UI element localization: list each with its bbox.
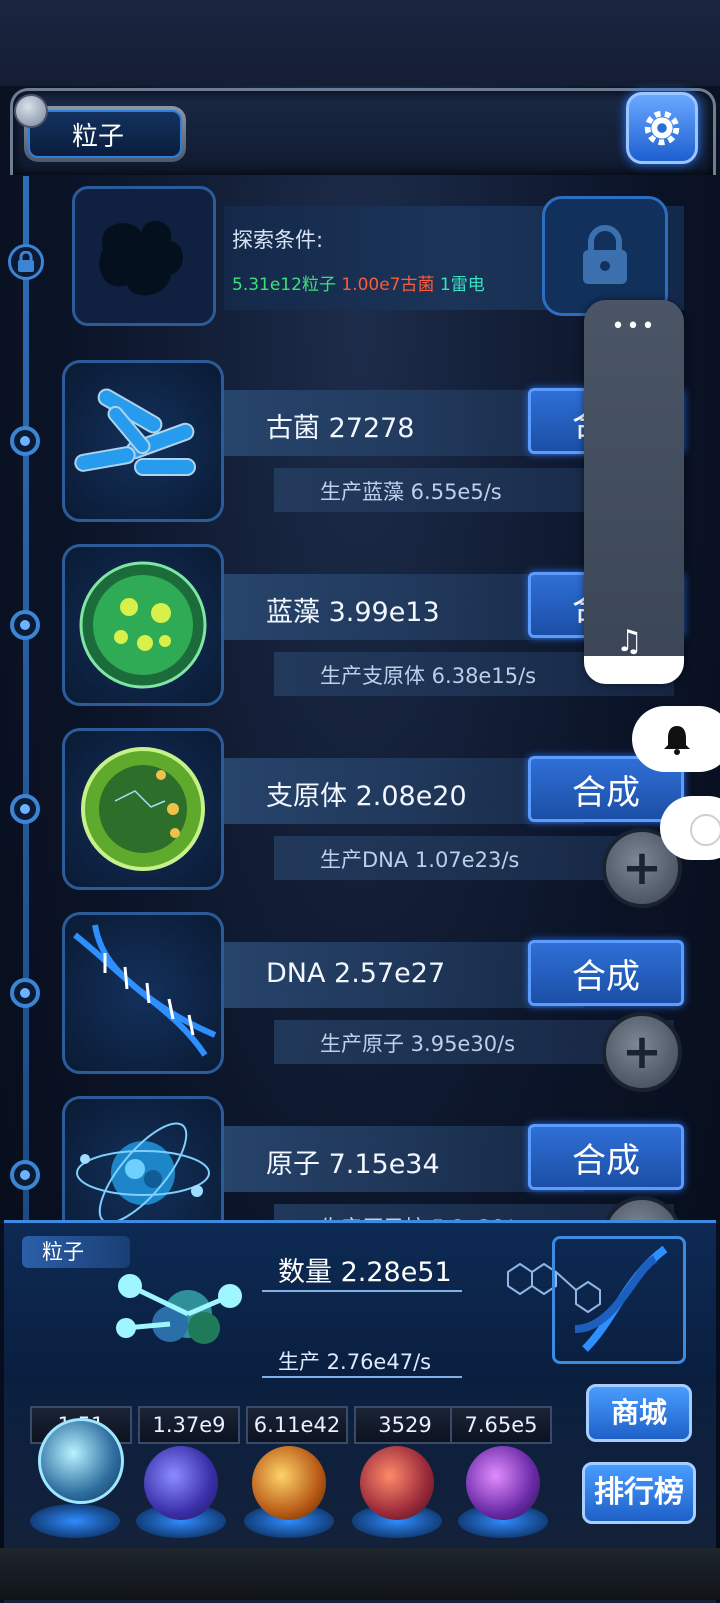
bell-icon — [664, 726, 690, 755]
cyanobacteria-icon — [79, 561, 207, 689]
orb-pedestal — [30, 1504, 120, 1538]
plus-icon: + — [622, 1212, 662, 1220]
dna-helix-icon — [574, 1245, 668, 1352]
rail-lock-icon — [8, 244, 44, 280]
lock-icon — [583, 225, 627, 284]
page-title: 粒子 — [28, 110, 182, 158]
item-production: 生产支原体 6.38e15/s — [320, 664, 537, 688]
vortex-orb-button[interactable] — [466, 1446, 540, 1520]
rail-node — [10, 978, 40, 1008]
settings-button[interactable] — [626, 92, 698, 164]
item-row-mycoplasma: 支原体 2.08e20 生产DNA 1.07e23/s 合成 + — [62, 728, 702, 908]
side-rail — [23, 176, 29, 1226]
more-options-icon[interactable]: ••• — [584, 314, 684, 339]
item-thumbnail — [62, 544, 224, 706]
thunder-orb-button[interactable] — [144, 1446, 218, 1520]
item-name: 支原体 2.08e20 — [266, 781, 467, 812]
rail-node — [10, 610, 40, 640]
title-plate: 粒子 — [24, 106, 186, 162]
resource-count: 6.11e42 — [246, 1406, 348, 1444]
brain-orb-button[interactable] — [360, 1446, 434, 1520]
divider — [262, 1376, 462, 1378]
gear-icon — [644, 110, 680, 146]
particle-cluster-icon — [116, 1274, 242, 1344]
music-note-icon[interactable]: ♫ — [616, 624, 643, 659]
resource-count: 1.37e9 — [138, 1406, 240, 1444]
floating-overlay-panel[interactable]: ••• ♫ — [584, 300, 684, 684]
bottom-strip — [0, 1548, 720, 1600]
dna-emblem — [552, 1236, 686, 1364]
item-name: 蓝藻 3.99e13 — [266, 597, 440, 628]
overlay-footer — [584, 656, 684, 684]
resource-count: 7.65e5 — [450, 1406, 552, 1444]
synthesize-button[interactable]: 合成 — [528, 1124, 684, 1190]
dna-icon — [73, 924, 217, 1057]
plus-button[interactable]: + — [602, 1196, 682, 1220]
condition-thunder: 1雷电 — [439, 275, 485, 295]
explore-conditions: 5.31e12粒子 1.00e7古菌 1雷电 — [232, 270, 485, 295]
item-production: 生产DNA 1.07e23/s — [320, 848, 520, 872]
condition-particles: 5.31e12粒子 — [232, 275, 336, 295]
rail-node — [10, 1160, 40, 1190]
plus-icon: + — [621, 840, 663, 896]
ranking-button[interactable]: 排行榜 — [582, 1462, 696, 1524]
item-thumbnail — [62, 728, 224, 890]
item-production: 生产原子 3.95e30/s — [320, 1032, 516, 1056]
divider — [262, 1290, 462, 1292]
rail-node — [10, 794, 40, 824]
resource-production: 生产 2.76e47/s — [278, 1350, 432, 1374]
item-thumbnail — [62, 912, 224, 1074]
explore-card: 探索条件: 5.31e12粒子 1.00e7古菌 1雷电 — [72, 186, 684, 326]
side-toggle-tab[interactable] — [660, 796, 720, 860]
item-thumbnail — [62, 1096, 224, 1220]
locked-explore-button[interactable] — [542, 196, 668, 316]
condition-archaea: 1.00e7古菌 — [341, 275, 435, 295]
explore-thumbnail — [72, 186, 216, 326]
unknown-silhouette-icon — [99, 220, 183, 296]
item-name: 原子 7.15e34 — [266, 1149, 440, 1180]
fire-orb-button[interactable] — [252, 1446, 326, 1520]
item-row-dna: DNA 2.57e27 生产原子 3.95e30/s 合成 + — [62, 912, 702, 1092]
screw-icon — [14, 94, 48, 128]
resource-quantity: 数量 2.28e51 — [278, 1257, 452, 1288]
atom-icon — [76, 1122, 210, 1220]
shop-button[interactable]: 商城 — [586, 1384, 692, 1442]
plus-icon: + — [621, 1024, 663, 1080]
rail-node — [10, 426, 40, 456]
item-name: DNA 2.57e27 — [266, 958, 446, 989]
item-production: 生产原子核 5.2e38/s — [320, 1212, 523, 1220]
bacteria-icon — [74, 388, 196, 476]
plus-button[interactable]: + — [602, 1012, 682, 1092]
notification-tab[interactable] — [632, 706, 720, 772]
resource-count: 3529 — [354, 1406, 456, 1444]
item-thumbnail — [62, 360, 224, 522]
explore-label: 探索条件: — [232, 228, 324, 252]
item-name: 古菌 27278 — [266, 413, 415, 444]
top-background — [0, 0, 720, 86]
synthesize-button[interactable]: 合成 — [528, 940, 684, 1006]
item-row-atom: 原子 7.15e34 生产原子核 5.2e38/s 合成 + — [62, 1096, 702, 1220]
item-production: 生产蓝藻 6.55e5/s — [320, 480, 502, 504]
particle-orb-button[interactable] — [38, 1418, 124, 1504]
mycoplasma-icon — [81, 747, 205, 871]
